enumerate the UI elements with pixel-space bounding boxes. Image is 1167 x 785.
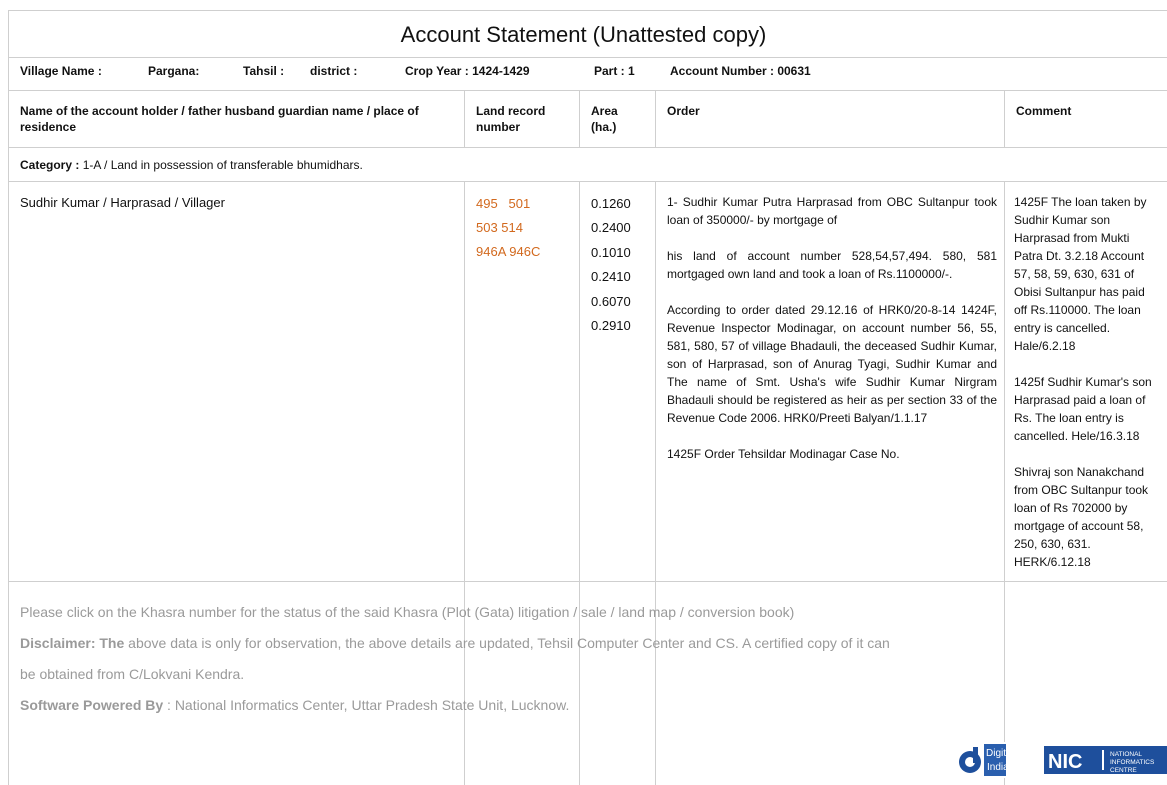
comment-paragraph: 1425f Sudhir Kumar's son Harprasad paid … bbox=[1014, 375, 1152, 443]
area-value: 0.2910 bbox=[591, 318, 631, 334]
powered-text: : National Informatics Center, Uttar Pra… bbox=[163, 697, 570, 713]
nic-logo: NIC NATIONAL INFORMATICS CENTRE bbox=[1044, 742, 1167, 783]
part: Part : 1 bbox=[594, 64, 635, 78]
nic-sub-informatics: INFORMATICS bbox=[1110, 759, 1155, 766]
digital-india-line2: India bbox=[987, 762, 1009, 773]
order-paragraph: 1425F Order Tehsildar Modinagar Case No. bbox=[667, 447, 900, 461]
district: district : bbox=[310, 64, 358, 78]
powered-label: Software Powered By bbox=[20, 697, 164, 713]
account-holder: Sudhir Kumar / Harprasad / Villager bbox=[20, 195, 225, 210]
tahsil: Tahsil : bbox=[243, 64, 285, 78]
digital-india-line1: Digital bbox=[986, 748, 1014, 759]
area-value: 0.6070 bbox=[591, 293, 631, 309]
disclaimer: Disclaimer: The above data is only for o… bbox=[20, 635, 890, 651]
order-paragraph: 1- Sudhir Kumar Putra Harprasad from OBC… bbox=[667, 195, 997, 227]
comment-paragraph: Shivraj son Nanakchand from OBC Sultanpu… bbox=[1014, 465, 1149, 569]
land-record-link[interactable]: 495 501 bbox=[476, 192, 540, 216]
page-title: Account Statement (Unattested copy) bbox=[400, 22, 767, 47]
disclaimer-label: Disclaimer: The bbox=[20, 635, 125, 651]
land-record-link[interactable]: 503 514 bbox=[476, 216, 540, 240]
comment-text: 1425F The loan taken by Sudhir Kumar son… bbox=[1014, 193, 1159, 589]
area-value: 0.1010 bbox=[591, 244, 631, 260]
col-record-header: Land record number bbox=[476, 104, 546, 134]
nic-sub-national: NATIONAL bbox=[1110, 751, 1142, 758]
land-record-numbers: 495 501 503 514 946A 946C bbox=[476, 192, 540, 264]
area-value: 0.2400 bbox=[591, 220, 631, 236]
disclaimer-text: above data is only for observation, the … bbox=[124, 635, 890, 651]
col-holder-header: Name of the account holder / father husb… bbox=[20, 104, 419, 134]
land-record-link[interactable]: 946A 946C bbox=[476, 240, 540, 264]
crop-year: Crop Year : 1424-1429 bbox=[405, 64, 530, 78]
order-paragraph: According to order dated 29.12.16 of HRK… bbox=[667, 303, 997, 425]
software-powered-by: Software Powered By : National Informati… bbox=[20, 697, 569, 713]
disclaimer-continued: be obtained from C/Lokvani Kendra. bbox=[20, 666, 245, 682]
category: Category : 1-A / Land in possession of t… bbox=[20, 158, 363, 172]
nic-text: NIC bbox=[1048, 751, 1082, 773]
pargana: Pargana: bbox=[148, 64, 200, 78]
col-order-header: Order bbox=[667, 104, 700, 118]
order-paragraph: his land of account number 528,54,57,494… bbox=[667, 249, 997, 281]
col-comment-header: Comment bbox=[1016, 104, 1072, 118]
area-values: 0.1260 0.2400 0.1010 0.2410 0.6070 0.291… bbox=[591, 192, 631, 338]
area-value: 0.1260 bbox=[591, 196, 631, 211]
category-label: Category : bbox=[20, 158, 80, 172]
khasra-click-note: Please click on the Khasra number for th… bbox=[20, 604, 795, 620]
area-value: 0.2410 bbox=[591, 269, 631, 285]
account-number: Account Number : 00631 bbox=[670, 64, 811, 78]
comment-paragraph: 1425F The loan taken by Sudhir Kumar son… bbox=[1014, 195, 1147, 353]
order-text: 1- Sudhir Kumar Putra Harprasad from OBC… bbox=[667, 193, 997, 481]
col-area-header: Area (ha.) bbox=[591, 104, 618, 134]
village-name: Village Name : bbox=[20, 64, 102, 78]
digital-india-logo: Digital India bbox=[955, 742, 1035, 783]
category-value: 1-A / Land in possession of transferable… bbox=[82, 158, 363, 172]
nic-sub-centre: CENTRE bbox=[1110, 767, 1137, 774]
